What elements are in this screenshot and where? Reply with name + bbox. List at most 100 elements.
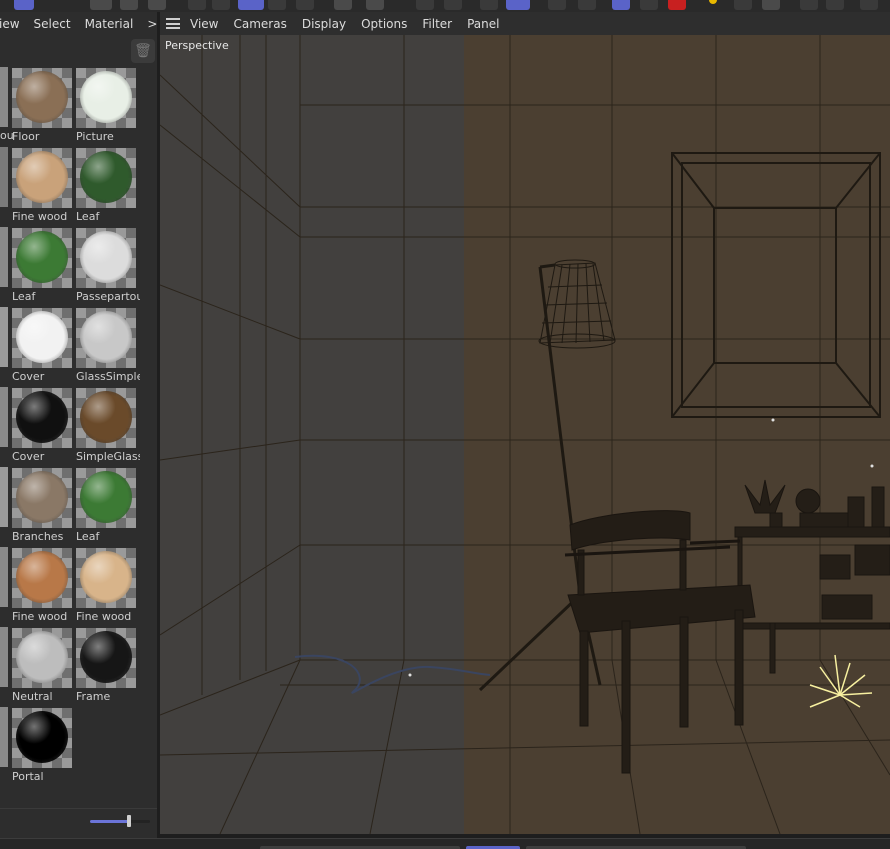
material-name: Cover xyxy=(12,450,45,463)
material-name: Frame xyxy=(76,690,111,703)
record-red-icon[interactable] xyxy=(668,0,686,10)
points-icon[interactable] xyxy=(212,0,230,10)
material-name: Leaf xyxy=(12,290,36,303)
material-item[interactable]: Leaf xyxy=(76,148,140,228)
move-icon[interactable] xyxy=(366,0,384,10)
light-gizmo xyxy=(809,654,873,708)
material-item[interactable]: GlassSimple xyxy=(76,308,140,388)
material-preview xyxy=(12,468,72,528)
material-name: Leaf xyxy=(76,210,100,223)
menu-filter[interactable]: Filter xyxy=(422,17,452,31)
cursor-icon[interactable] xyxy=(578,0,596,10)
material-name: Fine wood xyxy=(76,610,132,623)
material-preview xyxy=(76,308,136,368)
material-item[interactable]: Leaf xyxy=(12,228,76,308)
menu-view[interactable]: View xyxy=(190,17,218,31)
material-item[interactable]: Fine wood xyxy=(12,548,76,628)
material-preview xyxy=(12,148,72,208)
material-item[interactable]: SimpleGlass xyxy=(76,388,140,468)
material-preview xyxy=(12,68,72,128)
edge-icon[interactable] xyxy=(296,0,314,10)
material-name: Cover xyxy=(12,370,45,383)
menu-cameras[interactable]: Cameras xyxy=(233,17,286,31)
material-item[interactable]: Cover xyxy=(12,388,76,468)
material-item[interactable]: Floor xyxy=(12,68,76,148)
material-item[interactable]: Cover xyxy=(12,308,76,388)
material-preview xyxy=(12,708,72,768)
hamburger-menu-icon[interactable] xyxy=(166,18,180,29)
material-sphere-icon xyxy=(16,231,68,283)
sideboard-wireframe xyxy=(734,479,890,674)
material-sphere-icon xyxy=(16,391,68,443)
menu-view-partial[interactable]: iew xyxy=(0,17,20,31)
grid-icon[interactable] xyxy=(506,0,530,10)
menu-display[interactable]: Display xyxy=(302,17,346,31)
lamp-shade-wireframe xyxy=(538,259,616,349)
render-icon[interactable] xyxy=(14,0,34,10)
material-item[interactable]: Portal xyxy=(12,708,76,788)
camera-icon[interactable] xyxy=(762,0,780,10)
polygon-icon[interactable] xyxy=(268,0,286,10)
magnet-icon[interactable] xyxy=(416,0,434,10)
light-icon[interactable] xyxy=(704,0,722,10)
bend-icon[interactable] xyxy=(800,0,818,10)
picture-frame-wireframe xyxy=(671,152,881,418)
material-item[interactable]: Fine wood xyxy=(76,548,140,628)
material-item[interactable]: Passepartout xyxy=(76,228,140,308)
redo-icon[interactable] xyxy=(120,0,138,10)
trash-icon[interactable]: 🗑 xyxy=(131,39,155,63)
menu-more-chevron[interactable]: > xyxy=(147,17,157,31)
material-sphere-icon xyxy=(80,71,132,123)
deformer-icon[interactable] xyxy=(826,0,844,10)
material-name: Fine wood xyxy=(12,210,68,223)
material-sphere-icon xyxy=(16,311,68,363)
menu-panel[interactable]: Panel xyxy=(467,17,499,31)
arrow-icon[interactable] xyxy=(612,0,630,10)
material-preview xyxy=(12,308,72,368)
material-name: Fine wood xyxy=(12,610,68,623)
material-name: Neutral xyxy=(12,690,53,703)
material-item[interactable]: Fine wood xyxy=(12,148,76,228)
material-sphere-icon xyxy=(16,711,68,763)
material-name: Portal xyxy=(12,770,44,783)
material-item[interactable]: Frame xyxy=(76,628,140,708)
thumbnail-size-slider[interactable] xyxy=(90,815,150,827)
material-name: Picture xyxy=(76,130,114,143)
menu-options[interactable]: Options xyxy=(361,17,407,31)
cube-icon[interactable] xyxy=(188,0,206,10)
record-icon[interactable] xyxy=(148,0,166,10)
material-item[interactable]: Leaf xyxy=(76,468,140,548)
camera-alt-icon[interactable] xyxy=(860,0,878,10)
material-name: Branches xyxy=(12,530,64,543)
slider-handle[interactable] xyxy=(127,815,131,827)
material-item[interactable]: Branches xyxy=(12,468,76,548)
gear-icon[interactable] xyxy=(444,0,462,10)
material-name: SimpleGlass xyxy=(76,450,140,463)
perspective-viewport[interactable]: Perspective xyxy=(160,35,890,834)
material-item[interactable]: Picture xyxy=(76,68,140,148)
viewport-menu-bar: View Cameras Display Options Filter Pane… xyxy=(160,12,890,35)
viewport-camera-label: Perspective xyxy=(165,39,229,52)
undo-icon[interactable] xyxy=(90,0,112,10)
material-sphere-icon xyxy=(80,151,132,203)
menu-material[interactable]: Material xyxy=(85,17,134,31)
material-preview xyxy=(12,228,72,288)
main-toolbar xyxy=(0,0,890,12)
material-sphere-icon xyxy=(16,71,68,123)
sun-gear-icon[interactable] xyxy=(640,0,658,10)
snap-icon[interactable] xyxy=(480,0,498,10)
menu-select[interactable]: Select xyxy=(34,17,71,31)
material-sphere-icon xyxy=(80,231,132,283)
material-sphere-icon xyxy=(80,471,132,523)
chair-wireframe xyxy=(564,510,756,774)
material-preview xyxy=(76,388,136,448)
target-icon[interactable] xyxy=(548,0,566,10)
material-preview xyxy=(76,68,136,128)
material-item[interactable]: Neutral xyxy=(12,628,76,708)
bottom-status-bar xyxy=(0,838,890,849)
material-menu-bar: iew Select Material > xyxy=(0,12,157,35)
select-icon[interactable] xyxy=(238,0,264,10)
material-preview xyxy=(76,228,136,288)
sphere-icon[interactable] xyxy=(734,0,752,10)
spline-icon[interactable] xyxy=(334,0,352,10)
